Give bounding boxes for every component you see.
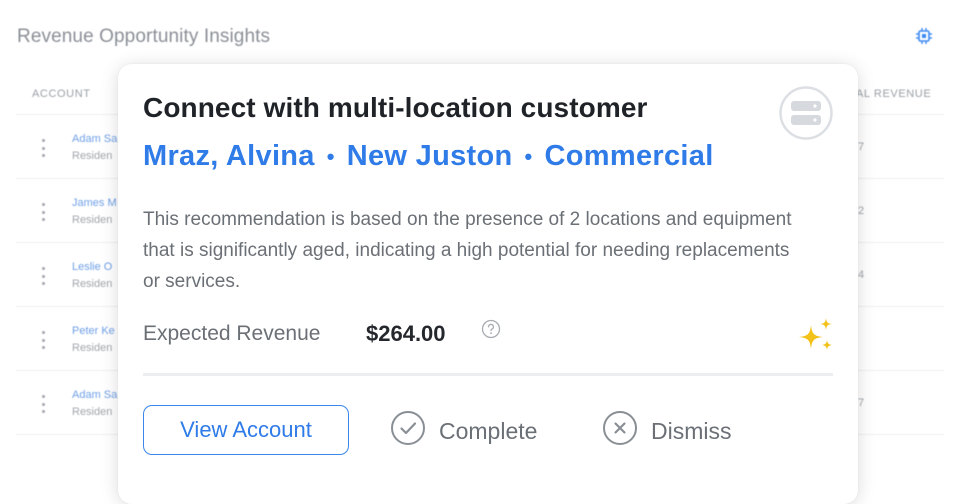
expected-revenue-label: Expected Revenue bbox=[143, 322, 321, 345]
customer-segment[interactable]: Commercial bbox=[545, 140, 714, 173]
server-icon bbox=[779, 86, 833, 140]
dismiss-label: Dismiss bbox=[651, 417, 732, 444]
account-type: Residen bbox=[72, 342, 113, 354]
account-name-link[interactable]: Peter Ke bbox=[72, 325, 115, 337]
column-header-account[interactable]: ACCOUNT bbox=[32, 88, 91, 100]
view-account-button[interactable]: View Account bbox=[143, 405, 349, 455]
expected-revenue-value: $264.00 bbox=[366, 321, 446, 346]
account-name-link[interactable]: James M bbox=[72, 197, 117, 209]
account-name-link[interactable]: Leslie O bbox=[72, 261, 112, 273]
account-type: Residen bbox=[72, 214, 113, 226]
help-circle-icon[interactable] bbox=[481, 319, 501, 339]
customer-city[interactable]: New Juston bbox=[347, 140, 513, 173]
account-name-link[interactable]: Adam Sa bbox=[72, 133, 117, 145]
revenue-value: 7 bbox=[858, 397, 865, 409]
insight-card: Connect with multi-location customer Mra… bbox=[118, 64, 858, 504]
complete-label: Complete bbox=[439, 417, 538, 444]
x-circle-icon bbox=[602, 410, 638, 452]
revenue-value: 7 bbox=[858, 141, 865, 153]
more-options-icon[interactable] bbox=[40, 203, 46, 221]
more-options-icon[interactable] bbox=[40, 395, 46, 413]
revenue-value: 4 bbox=[858, 269, 865, 281]
recommendation-description: This recommendation is based on the pres… bbox=[143, 209, 792, 292]
account-type: Residen bbox=[72, 406, 113, 418]
chip-icon[interactable] bbox=[914, 26, 934, 46]
customer-breadcrumb: Mraz, Alvina • New Juston • Commercial bbox=[143, 140, 714, 173]
account-type: Residen bbox=[72, 150, 113, 162]
card-title: Connect with multi-location customer bbox=[143, 92, 648, 123]
more-options-icon[interactable] bbox=[40, 267, 46, 285]
account-type: Residen bbox=[72, 278, 113, 290]
dismiss-button[interactable]: Dismiss bbox=[602, 411, 732, 451]
more-options-icon[interactable] bbox=[40, 139, 46, 157]
customer-name-link[interactable]: Mraz, Alvina bbox=[143, 140, 315, 173]
account-name-link[interactable]: Adam Sa bbox=[72, 389, 117, 401]
sparkle-icon bbox=[796, 316, 836, 354]
page-title: Revenue Opportunity Insights bbox=[17, 26, 271, 47]
complete-button[interactable]: Complete bbox=[390, 411, 537, 451]
column-header-revenue[interactable]: AL REVENUE bbox=[856, 88, 931, 100]
revenue-value: 2 bbox=[858, 205, 865, 217]
more-options-icon[interactable] bbox=[40, 331, 46, 349]
check-circle-icon bbox=[390, 410, 426, 452]
separator-dot: • bbox=[326, 143, 335, 169]
card-divider bbox=[143, 373, 833, 376]
separator-dot: • bbox=[524, 143, 533, 169]
